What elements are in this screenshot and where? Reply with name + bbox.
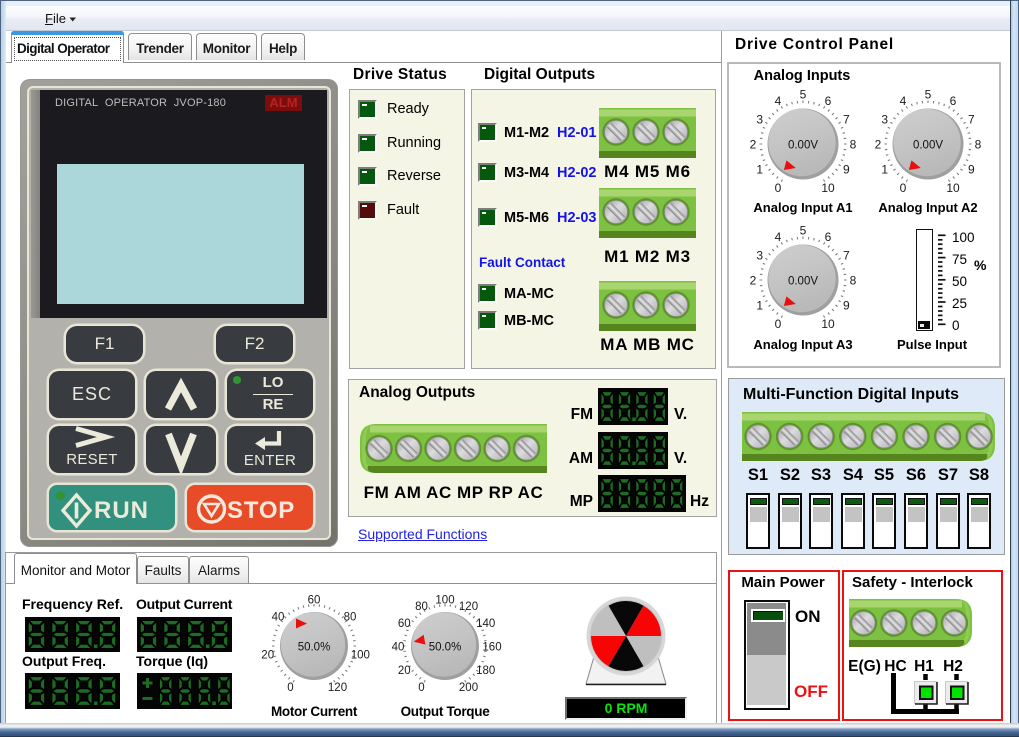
svg-text:6: 6 [825,230,832,244]
svg-text:100: 100 [351,650,370,662]
svg-text:5: 5 [800,224,807,238]
svg-text:6: 6 [825,94,832,108]
svg-text:0: 0 [900,181,907,195]
svg-text:8: 8 [850,138,857,152]
svg-text:10: 10 [821,181,835,195]
svg-text:0: 0 [418,682,424,694]
svg-text:60: 60 [308,595,321,607]
svg-text:1: 1 [756,299,763,313]
svg-text:80: 80 [415,601,428,613]
svg-text:50.0%: 50.0% [298,642,331,654]
svg-text:20: 20 [261,650,274,662]
svg-text:5: 5 [925,88,932,102]
svg-text:2: 2 [750,138,757,152]
svg-text:120: 120 [459,601,478,613]
svg-text:0: 0 [775,317,782,331]
svg-text:10: 10 [821,317,835,331]
svg-text:3: 3 [756,113,763,127]
svg-text:7: 7 [968,113,975,127]
svg-text:100: 100 [435,595,454,607]
svg-text:4: 4 [900,94,907,108]
svg-text:RUN: RUN [94,497,149,524]
svg-text:0.00V: 0.00V [913,140,943,152]
svg-text:3: 3 [756,249,763,263]
svg-text:0.00V: 0.00V [788,276,818,288]
svg-text:120: 120 [328,682,347,694]
svg-text:200: 200 [459,682,478,694]
svg-text:5: 5 [800,88,807,102]
svg-text:2: 2 [750,274,757,288]
svg-text:10: 10 [946,181,960,195]
svg-text:8: 8 [850,274,857,288]
svg-text:6: 6 [950,94,957,108]
svg-text:9: 9 [968,163,975,177]
svg-text:0: 0 [775,181,782,195]
svg-text:9: 9 [843,299,850,313]
svg-text:4: 4 [775,94,782,108]
svg-text:3: 3 [881,113,888,127]
svg-text:50.0%: 50.0% [429,642,462,654]
svg-text:9: 9 [843,163,850,177]
svg-text:7: 7 [843,113,850,127]
svg-text:40: 40 [272,611,285,623]
svg-text:180: 180 [476,665,495,677]
svg-text:40: 40 [392,642,405,654]
svg-text:60: 60 [398,618,411,630]
svg-text:20: 20 [398,665,411,677]
svg-text:0.00V: 0.00V [788,140,818,152]
svg-text:2: 2 [875,138,882,152]
svg-text:0: 0 [287,682,293,694]
svg-text:80: 80 [344,611,357,623]
svg-text:160: 160 [482,642,501,654]
svg-text:140: 140 [476,618,495,630]
svg-text:STOP: STOP [227,497,295,524]
svg-text:8: 8 [975,138,982,152]
svg-text:1: 1 [756,163,763,177]
svg-text:4: 4 [775,230,782,244]
svg-text:7: 7 [843,249,850,263]
svg-text:1: 1 [881,163,888,177]
